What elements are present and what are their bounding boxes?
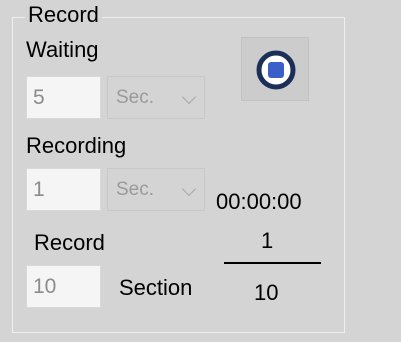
section-label: Section xyxy=(119,275,193,300)
stop-circle-icon xyxy=(256,50,296,90)
waiting-unit-value: Sec. xyxy=(116,87,155,108)
chevron-down-icon xyxy=(181,181,197,197)
recording-label: Recording xyxy=(26,133,127,158)
group-title: Record xyxy=(25,2,102,28)
waiting-unit-select[interactable]: Sec. xyxy=(107,76,205,119)
fraction-divider xyxy=(224,262,321,264)
elapsed-timer: 00:00:00 xyxy=(216,189,302,214)
record-label: Record xyxy=(34,230,105,255)
stop-record-button[interactable] xyxy=(241,37,309,101)
progress-current: 1 xyxy=(261,228,274,253)
chevron-down-icon xyxy=(181,89,197,105)
recording-unit-value: Sec. xyxy=(116,179,155,200)
recording-input[interactable]: 1 xyxy=(26,168,101,211)
recording-unit-select[interactable]: Sec. xyxy=(107,168,205,211)
record-sections-input[interactable]: 10 xyxy=(26,265,101,308)
progress-total: 10 xyxy=(254,280,279,305)
waiting-input[interactable]: 5 xyxy=(26,76,101,119)
waiting-label: Waiting xyxy=(26,37,99,62)
record-panel: Record Waiting 5 Sec. Recording 1 Sec. 0… xyxy=(0,0,401,342)
